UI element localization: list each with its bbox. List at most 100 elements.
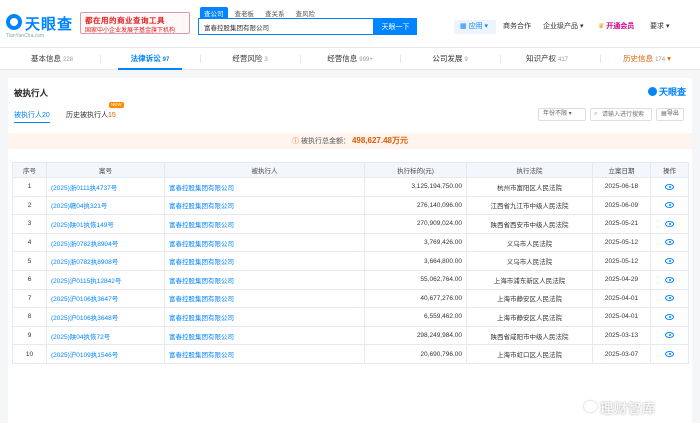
court: 上海市浦东新区人民法院 [466,269,593,290]
court: 义乌市人民法院 [466,232,593,253]
search-tab-company[interactable]: 查公司 [200,7,228,18]
col-case-no: 案号 [46,162,165,178]
col-amount[interactable]: 执行标的(元) [364,162,467,178]
tab-history[interactable]: 历史信息 174 ▾ [612,48,682,70]
filing-date: 2025-06-09 [592,195,651,216]
tab-basic-info[interactable]: 基本信息 228 [22,48,82,70]
table-search-input[interactable] [602,109,651,120]
company-link[interactable]: 富春控股集团有限公司 [164,195,365,216]
filing-date: 2025-04-29 [592,269,651,290]
logo-text: 天眼查 [25,16,74,33]
table-search-box: ⌕ [590,108,652,121]
court: 上海市静安区人民法院 [466,307,593,327]
company-link[interactable]: 富春控股集团有限公司 [164,344,365,364]
case-number-link[interactable]: (2025)沪0106执3648号 [46,307,165,327]
case-number-link[interactable]: (2025)沪0109执1546号 [46,344,165,364]
view-action[interactable] [650,269,689,290]
eye-icon[interactable] [665,332,674,339]
row-index: 2 [12,195,47,216]
company-link[interactable]: 富春控股集团有限公司 [164,232,365,253]
search-type-tabs: 查公司 查老板 查关系 查风险 [200,7,322,18]
court: 上海市静安区人民法院 [466,288,593,309]
chevron-down-icon: ▾ [482,23,489,30]
view-action[interactable] [650,195,689,216]
view-action[interactable] [650,251,689,271]
eye-icon[interactable] [665,313,674,320]
amount: 40,677,276.00 [364,288,467,309]
case-number-link[interactable]: (2025)浙0782执8908号 [46,251,165,271]
court: 杭州市富阳区人民法院 [466,177,593,197]
filing-date: 2025-03-07 [592,344,651,364]
eye-icon[interactable] [665,295,674,302]
tab-legal[interactable]: 法律诉讼 97 [118,48,182,70]
subtab-history-executed[interactable]: 历史被执行人15 NEW [66,102,124,120]
tab-divider [200,55,201,63]
case-number-link[interactable]: (2025)陕04执恢72号 [46,325,165,346]
subtab-executed[interactable]: 被执行人20 [14,110,50,123]
view-action[interactable] [650,344,689,364]
vip-label: 开通会员 [606,23,635,30]
search-button[interactable]: 天眼一下 [374,18,417,35]
company-link[interactable]: 富春控股集团有限公司 [164,288,365,309]
year-filter-select[interactable]: 年份不限 ▾ [538,108,586,121]
eye-icon[interactable] [665,350,674,357]
tab-count: 999+ [359,57,373,63]
eye-icon[interactable] [665,183,674,190]
search-input[interactable] [199,19,373,34]
nav-enterprise[interactable]: 企业级产品 ▾ [543,20,583,34]
case-number-link[interactable]: (2025)浙0782执8904号 [46,232,165,253]
user-label: 要求 [650,23,664,30]
tab-operating-info[interactable]: 经营信息 999+ [318,48,382,70]
amount: 3,125,194,750.00 [364,177,467,197]
company-link[interactable]: 富春控股集团有限公司 [164,214,365,234]
view-action[interactable] [650,232,689,253]
view-action[interactable] [650,307,689,327]
user-menu[interactable]: 要求 ▾ [650,20,669,34]
total-amount: 498,627.48万元 [351,136,408,145]
eye-icon[interactable] [665,239,674,246]
company-link[interactable]: 富春控股集团有限公司 [164,269,365,290]
company-link[interactable]: 富春控股集团有限公司 [164,177,365,197]
col-filing-date[interactable]: 立案日期 [592,162,651,178]
export-button[interactable]: ▤导出 [656,108,684,121]
eye-icon[interactable] [665,220,674,227]
tab-operating-risk[interactable]: 经营风险 3 [218,48,282,70]
apps-menu-button[interactable]: ▦ 应用 ▾ [454,20,496,34]
eye-icon[interactable] [665,276,674,283]
table-row: 6 (2025)沪0115执12842号 富春控股集团有限公司 55,062,764.… [12,269,689,290]
subtab-count: 20 [42,112,50,119]
tab-label: 历史信息 [623,54,654,63]
site-logo[interactable]: 天眼查 TianYanCha.com [6,12,74,39]
promo-banner[interactable]: 都在用的商业查询工具 国家中小企业发展子基金旗下机构 [80,12,190,34]
case-number-link[interactable]: (2025)沪0106执3647号 [46,288,165,309]
amount: 3,664,800.00 [364,251,467,271]
nav-business[interactable]: 商务合作 [503,20,531,34]
row-index: 7 [12,288,47,309]
table-row: 8 (2025)沪0106执3648号 富春控股集团有限公司 6,559,462.00… [12,307,689,327]
eye-icon[interactable] [665,257,674,264]
company-link[interactable]: 富春控股集团有限公司 [164,325,365,346]
new-badge: NEW [109,102,124,108]
tab-count: 417 [557,57,568,63]
case-number-link[interactable]: (2025)沪0115执12842号 [46,269,165,290]
tab-ip[interactable]: 知识产权 417 [515,48,579,70]
executed-person-table: 序号 案号 被执行人 执行标的(元) 执行法院 立案日期 操作 1 (2025)浙… [12,162,689,364]
case-number-link[interactable]: (2025)浙0111执4737号 [46,177,165,197]
total-amount-banner: ⓘ 被执行总金额： 498,627.48万元 [8,133,692,149]
search-tab-relation[interactable]: 查关系 [261,7,289,18]
tab-development[interactable]: 公司发展 9 [418,48,482,70]
view-action[interactable] [650,177,689,197]
case-number-link[interactable]: (2025)陕01执恢149号 [46,214,165,234]
eye-icon[interactable] [665,202,674,209]
table-row: 3 (2025)陕01执恢149号 富春控股集团有限公司 270,909,024.00… [12,214,689,234]
case-number-link[interactable]: (2025)赣04执321号 [46,195,165,216]
view-action[interactable] [650,325,689,346]
view-action[interactable] [650,214,689,234]
search-tab-risk[interactable]: 查风险 [292,7,320,18]
search-tab-boss[interactable]: 查老板 [231,7,259,18]
chevron-down-icon: ▾ [567,111,572,117]
view-action[interactable] [650,288,689,309]
vip-button[interactable]: ♛ 开通会员 [598,20,634,34]
company-link[interactable]: 富春控股集团有限公司 [164,307,365,327]
company-link[interactable]: 富春控股集团有限公司 [164,251,365,271]
